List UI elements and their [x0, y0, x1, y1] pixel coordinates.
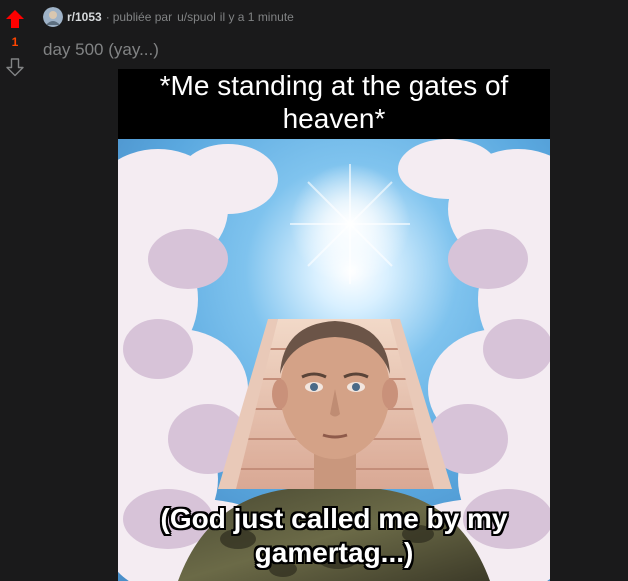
post-title[interactable]: day 500 (yay...): [43, 40, 159, 60]
downvote-button[interactable]: [5, 57, 25, 77]
separator-dot: ·: [105, 10, 110, 24]
post-card: 1 r/1053 · publiée par u/spuol il y a 1 …: [0, 0, 628, 581]
author-link[interactable]: u/spuol: [177, 10, 216, 24]
subreddit-avatar-image: [43, 7, 63, 27]
arrow-up-icon: [6, 10, 24, 28]
post-time[interactable]: il y a 1 minute: [220, 10, 294, 24]
post-image[interactable]: *Me standing at the gates of heaven* (Go…: [118, 69, 550, 581]
subreddit-avatar[interactable]: [43, 7, 63, 27]
posted-by-label: publiée par: [112, 10, 173, 24]
post-header: r/1053 · publiée par u/spuol il y a 1 mi…: [43, 7, 294, 27]
vote-score: 1: [11, 35, 19, 49]
vote-column: 1: [0, 0, 30, 90]
meme-top-caption: *Me standing at the gates of heaven*: [118, 69, 550, 139]
meme-bottom-caption: (God just called me by my gamertag...): [160, 503, 508, 568]
subreddit-link[interactable]: r/1053: [67, 10, 102, 24]
upvote-button[interactable]: [5, 9, 25, 29]
arrow-down-icon: [6, 58, 24, 77]
